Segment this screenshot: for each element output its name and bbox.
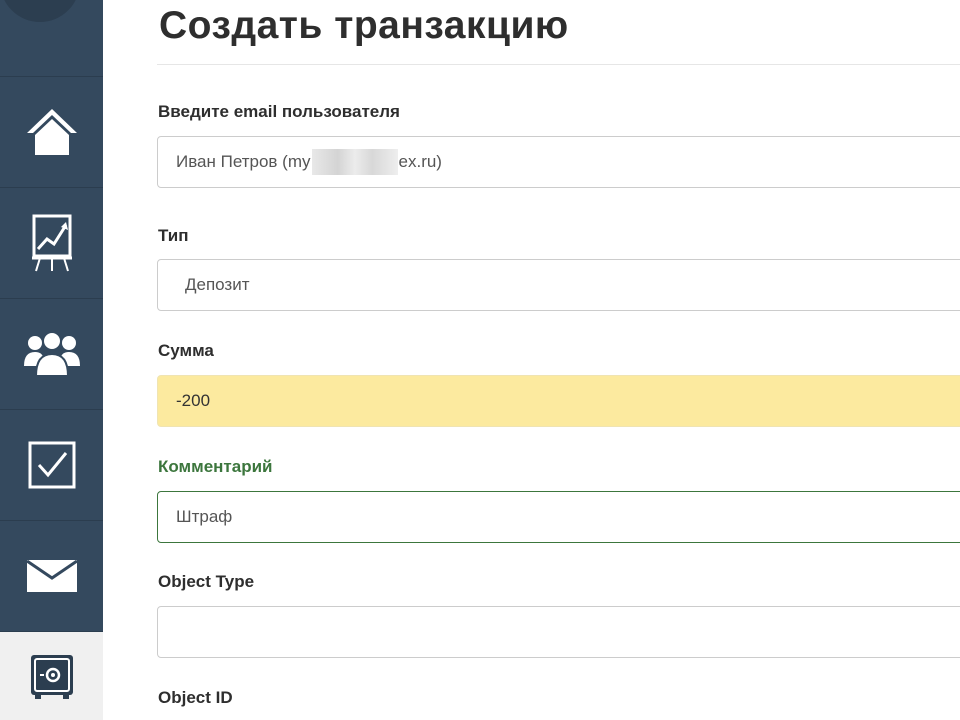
sidebar-item-analytics[interactable] xyxy=(0,188,103,299)
user-email-label: Введите email пользователя xyxy=(158,102,400,121)
checkbox-icon xyxy=(28,441,75,489)
type-selected-value: Депозит xyxy=(185,275,250,294)
comment-value: Штраф xyxy=(176,507,233,526)
user-email-value-suffix: ex.ru) xyxy=(398,152,442,171)
comment-input[interactable]: Штраф xyxy=(157,491,960,543)
object-type-input[interactable] xyxy=(157,606,960,658)
type-label: Тип xyxy=(158,226,189,245)
chart-board-icon xyxy=(31,214,72,272)
amount-value: -200 xyxy=(176,391,211,410)
sidebar-item-home[interactable] xyxy=(0,77,103,188)
sidebar-item-tasks[interactable] xyxy=(0,410,103,521)
redacted-block xyxy=(311,149,398,175)
sidebar-item-users[interactable] xyxy=(0,299,103,410)
page-title: Создать транзакцию xyxy=(159,4,569,47)
object-id-label: Object ID xyxy=(158,688,233,707)
sidebar-item-finance[interactable] xyxy=(0,632,103,720)
object-type-label: Object Type xyxy=(158,572,255,591)
type-select[interactable]: Депозит xyxy=(157,259,960,311)
title-divider xyxy=(157,64,960,65)
home-icon xyxy=(26,109,77,155)
envelope-icon xyxy=(25,559,78,592)
users-group-icon xyxy=(23,331,80,377)
user-email-input[interactable]: Иван Петров (my ex.ru) xyxy=(157,136,960,188)
amount-label: Сумма xyxy=(158,341,214,360)
sidebar-header xyxy=(0,0,103,77)
safe-icon xyxy=(30,655,73,699)
sidebar xyxy=(0,0,103,720)
avatar[interactable] xyxy=(0,0,80,22)
user-email-value-prefix: Иван Петров (my xyxy=(176,152,311,171)
comment-label: Комментарий xyxy=(158,457,273,476)
sidebar-item-messages[interactable] xyxy=(0,521,103,632)
amount-input[interactable]: -200 xyxy=(157,375,960,427)
main-content: Создать транзакцию Введите email пользов… xyxy=(157,0,960,720)
